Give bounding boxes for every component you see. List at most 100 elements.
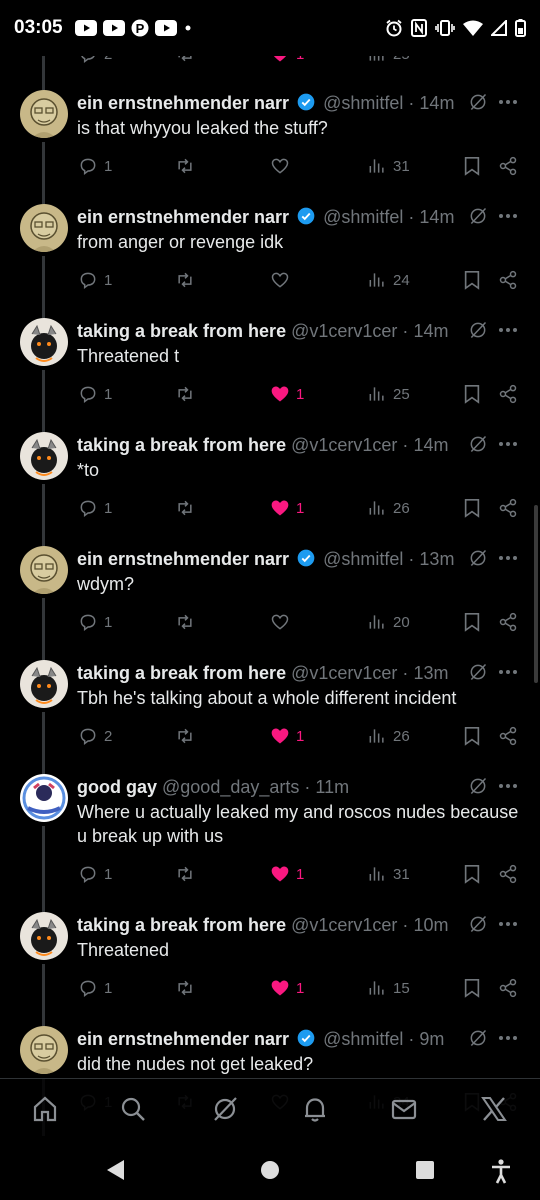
like-button[interactable]: 1: [270, 864, 304, 884]
handle[interactable]: @v1cerv1cer: [291, 663, 397, 683]
share-button[interactable]: [498, 384, 518, 404]
views-button[interactable]: 31: [367, 156, 410, 176]
display-name[interactable]: taking a break from here: [77, 663, 286, 683]
avatar[interactable]: [20, 774, 68, 822]
home-circle-icon[interactable]: [259, 1158, 281, 1182]
share-button[interactable]: [498, 270, 518, 290]
reply-button[interactable]: 1: [78, 978, 112, 998]
more-options-icon[interactable]: [498, 318, 518, 342]
like-button[interactable]: 1: [270, 726, 304, 746]
handle[interactable]: @shmitfel: [323, 207, 403, 227]
more-options-icon[interactable]: [498, 660, 518, 684]
timestamp[interactable]: 11m: [315, 777, 349, 797]
notifications-icon[interactable]: [301, 1095, 329, 1123]
share-button[interactable]: [498, 978, 518, 998]
reply-button[interactable]: 1: [78, 864, 112, 884]
grok-icon[interactable]: [468, 776, 488, 796]
reply-button[interactable]: 1: [78, 612, 112, 632]
bookmark-button[interactable]: [463, 612, 481, 632]
bookmark-button[interactable]: [463, 156, 481, 176]
share-button[interactable]: [498, 612, 518, 632]
recents-icon[interactable]: [414, 1158, 436, 1182]
views-button[interactable]: 15: [367, 978, 410, 998]
scrollbar[interactable]: [534, 505, 538, 683]
like-button[interactable]: [270, 156, 296, 176]
retweet-button[interactable]: [174, 726, 196, 746]
handle[interactable]: @v1cerv1cer: [291, 435, 397, 455]
grok-icon[interactable]: [211, 1095, 239, 1123]
grok-icon[interactable]: [468, 914, 488, 934]
bookmark-button[interactable]: [463, 270, 481, 290]
handle[interactable]: @shmitfel: [323, 549, 403, 569]
views-button[interactable]: 20: [367, 612, 410, 632]
share-button[interactable]: [498, 156, 518, 176]
handle[interactable]: @v1cerv1cer: [291, 321, 397, 341]
timestamp[interactable]: 14m: [413, 435, 448, 455]
reply-button[interactable]: 1: [78, 156, 112, 176]
grok-icon[interactable]: [468, 320, 488, 340]
retweet-button[interactable]: [174, 384, 196, 404]
grok-icon[interactable]: [468, 206, 488, 226]
handle[interactable]: @v1cerv1cer: [291, 915, 397, 935]
views-button[interactable]: 26: [367, 726, 410, 746]
more-options-icon[interactable]: [498, 1026, 518, 1050]
bookmark-button[interactable]: [463, 384, 481, 404]
avatar[interactable]: [20, 660, 68, 708]
avatar[interactable]: [20, 204, 68, 252]
grok-icon[interactable]: [468, 1028, 488, 1048]
more-options-icon[interactable]: [498, 546, 518, 570]
grok-icon[interactable]: [468, 92, 488, 112]
like-button[interactable]: [270, 270, 296, 290]
display-name[interactable]: taking a break from here: [77, 435, 286, 455]
timestamp[interactable]: 10m: [413, 915, 448, 935]
like-button[interactable]: 1: [270, 384, 304, 404]
avatar[interactable]: [20, 546, 68, 594]
retweet-button[interactable]: [174, 864, 196, 884]
reply-button[interactable]: 1: [78, 270, 112, 290]
reply-button[interactable]: 1: [78, 384, 112, 404]
messages-icon[interactable]: [390, 1095, 418, 1123]
views-button[interactable]: 25: [367, 384, 410, 404]
more-options-icon[interactable]: [498, 90, 518, 114]
more-options-icon[interactable]: [498, 774, 518, 798]
display-name[interactable]: taking a break from here: [77, 321, 286, 341]
timestamp[interactable]: 9m: [419, 1029, 444, 1049]
grok-icon[interactable]: [468, 662, 488, 682]
like-button[interactable]: [270, 612, 296, 632]
views-button[interactable]: 24: [367, 270, 410, 290]
avatar[interactable]: [20, 912, 68, 960]
like-button[interactable]: 1: [270, 498, 304, 518]
timestamp[interactable]: 13m: [413, 663, 448, 683]
bookmark-button[interactable]: [463, 498, 481, 518]
views-button[interactable]: 26: [367, 498, 410, 518]
more-options-icon[interactable]: [498, 912, 518, 936]
views-button[interactable]: 31: [367, 864, 410, 884]
timestamp[interactable]: 14m: [419, 93, 454, 113]
handle[interactable]: @shmitfel: [323, 93, 403, 113]
bookmark-button[interactable]: [463, 978, 481, 998]
search-icon[interactable]: [119, 1095, 147, 1123]
display-name[interactable]: ein ernstnehmender narr: [77, 207, 289, 227]
back-icon[interactable]: [104, 1158, 126, 1182]
bookmark-button[interactable]: [463, 864, 481, 884]
more-options-icon[interactable]: [498, 204, 518, 228]
like-button[interactable]: 1: [270, 978, 304, 998]
grok-icon[interactable]: [468, 548, 488, 568]
handle[interactable]: @good_day_arts: [162, 777, 299, 797]
reply-button[interactable]: 1: [78, 498, 112, 518]
grok-icon[interactable]: [468, 434, 488, 454]
avatar[interactable]: [20, 318, 68, 366]
timestamp[interactable]: 14m: [413, 321, 448, 341]
retweet-button[interactable]: [174, 498, 196, 518]
share-button[interactable]: [498, 498, 518, 518]
share-button[interactable]: [498, 864, 518, 884]
display-name[interactable]: ein ernstnehmender narr: [77, 549, 289, 569]
display-name[interactable]: good gay: [77, 777, 157, 797]
home-icon[interactable]: [31, 1095, 59, 1123]
avatar[interactable]: [20, 90, 68, 138]
avatar[interactable]: [20, 1026, 68, 1074]
timestamp[interactable]: 14m: [419, 207, 454, 227]
retweet-button[interactable]: [174, 978, 196, 998]
more-options-icon[interactable]: [498, 432, 518, 456]
reply-button[interactable]: 2: [78, 726, 112, 746]
